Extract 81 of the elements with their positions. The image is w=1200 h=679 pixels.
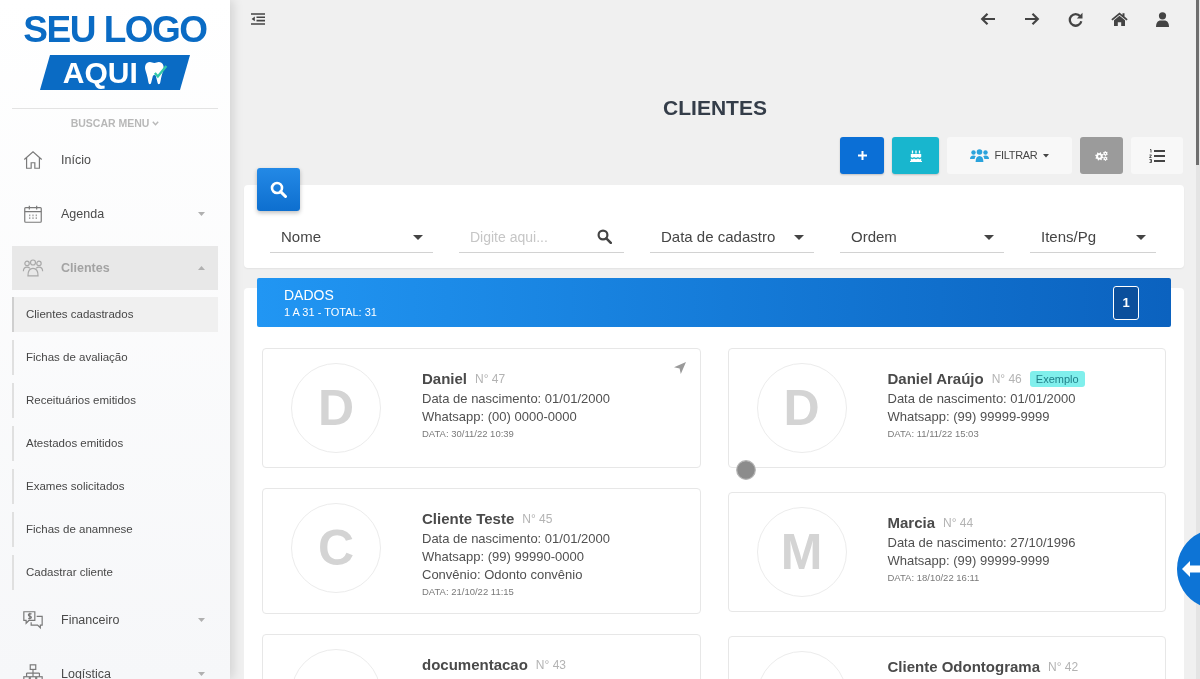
client-number: N° 47 xyxy=(475,371,506,388)
sidebar-item[interactable]: Financeiro xyxy=(12,598,218,642)
client-detail: Whatsapp: (99) 99999-9999 xyxy=(887,552,1051,570)
search-icon xyxy=(597,229,612,244)
submenu-item[interactable]: Clientes cadastrados xyxy=(12,297,218,332)
client-number: N° 46 xyxy=(991,371,1022,388)
list-button[interactable] xyxy=(1131,137,1183,174)
sitemap-icon xyxy=(22,663,44,679)
tag: Exemplo xyxy=(1029,371,1085,387)
submenu-item[interactable]: Cadastrar cliente xyxy=(12,555,218,590)
caret-down-icon xyxy=(794,234,804,240)
submenu-item[interactable]: Fichas de anamnese xyxy=(12,512,218,547)
client-number: N° 45 xyxy=(522,511,553,528)
search-button[interactable] xyxy=(257,168,300,211)
users-icon xyxy=(22,257,44,279)
client-date: DATA: 11/11/22 15:03 xyxy=(887,427,980,441)
client-date: DATA: 18/10/22 16:11 xyxy=(887,571,981,585)
client-number: N° 42 xyxy=(1048,659,1079,676)
client-detail: Data de nascimento: 27/10/1996 xyxy=(887,534,1076,552)
client-name: Daniel Araújo xyxy=(887,368,984,389)
submenu-item[interactable]: Exames solicitados xyxy=(12,469,218,504)
select-field[interactable]: Ordem xyxy=(840,222,1004,253)
submenu-item[interactable]: Atestados emitidos xyxy=(12,426,218,461)
home-icon[interactable] xyxy=(1111,12,1128,26)
tooth-icon xyxy=(143,59,168,86)
client-detail: Whatsapp: (99) 99999-9999 xyxy=(887,408,1051,426)
client-name: Marcia xyxy=(887,512,936,533)
logo-text: AQUI xyxy=(62,56,138,89)
location-arrow-icon[interactable] xyxy=(673,362,686,374)
client-detail: Data de nascimento: 01/01/2000 xyxy=(422,390,610,408)
arrow-right-icon[interactable] xyxy=(1024,12,1040,26)
calendar-icon xyxy=(22,203,44,225)
money-chat-icon xyxy=(22,609,44,631)
results-summary: 1 A 31 - TOTAL: 31 xyxy=(284,305,377,319)
reload-icon[interactable] xyxy=(1068,11,1083,27)
dot-icon[interactable] xyxy=(735,460,756,480)
client-date: DATA: 30/11/22 10:39 xyxy=(422,427,515,441)
sidebar-item[interactable]: Início xyxy=(12,138,218,182)
caret-down-icon xyxy=(984,234,994,240)
client-detail: Whatsapp: (00) 0000-0000 xyxy=(422,408,578,426)
page-number[interactable]: 1 xyxy=(1113,285,1139,320)
client-name: Cliente Odontograma xyxy=(887,656,1040,677)
select-field[interactable]: Data de cadastro xyxy=(650,222,814,253)
client-name: documentacao xyxy=(422,654,528,675)
numbered-list-icon xyxy=(1149,148,1165,163)
filter-button[interactable]: FILTRAR xyxy=(947,137,1072,174)
scrollbar-thumb[interactable] xyxy=(1196,0,1199,165)
user-icon[interactable] xyxy=(1156,11,1169,27)
client-number: N° 43 xyxy=(535,657,566,674)
page-title: CLIENTES xyxy=(662,95,768,121)
caret-down-icon xyxy=(1136,234,1146,240)
select-field[interactable]: Nome xyxy=(270,222,433,253)
client-name: Cliente Teste xyxy=(422,508,515,529)
menu-collapse-icon[interactable] xyxy=(251,13,265,25)
search-icon xyxy=(270,181,287,198)
settings-button[interactable] xyxy=(1080,137,1123,174)
sidebar-item[interactable]: Agenda xyxy=(12,192,218,236)
client-detail: Convênio: Odonto convênio xyxy=(422,566,584,584)
client-card[interactable]: Cliente Odontograma N° 42 xyxy=(727,636,1166,679)
submenu-item[interactable]: Fichas de avaliação xyxy=(12,340,218,375)
client-detail: Data de nascimento: 01/01/2000 xyxy=(887,390,1077,408)
search-field[interactable]: Digite aqui... xyxy=(459,222,624,253)
chevron-down-icon xyxy=(152,120,160,126)
logo-text: SEU LOGO xyxy=(23,10,207,50)
client-card[interactable]: documentacao N° 43 xyxy=(262,634,701,679)
home-icon xyxy=(22,149,44,171)
caret-down-icon xyxy=(1043,153,1050,158)
plus-icon xyxy=(857,151,867,160)
results-title: DADOS xyxy=(284,286,335,304)
client-number: N° 44 xyxy=(943,515,974,532)
client-detail: Whatsapp: (99) 99990-0000 xyxy=(422,548,585,566)
cake-icon xyxy=(909,149,922,162)
client-date: DATA: 21/10/22 11:15 xyxy=(422,585,515,599)
arrow-left-icon[interactable] xyxy=(980,12,996,26)
select-field[interactable]: Itens/Pg xyxy=(1030,222,1156,253)
gears-icon xyxy=(1095,150,1108,161)
client-name: Daniel xyxy=(422,368,467,389)
users-icon xyxy=(969,149,989,162)
submenu-item[interactable]: Receituários emitidos xyxy=(12,383,218,418)
client-detail: Data de nascimento: 01/01/2000 xyxy=(422,530,610,548)
caret-down-icon xyxy=(413,234,423,240)
